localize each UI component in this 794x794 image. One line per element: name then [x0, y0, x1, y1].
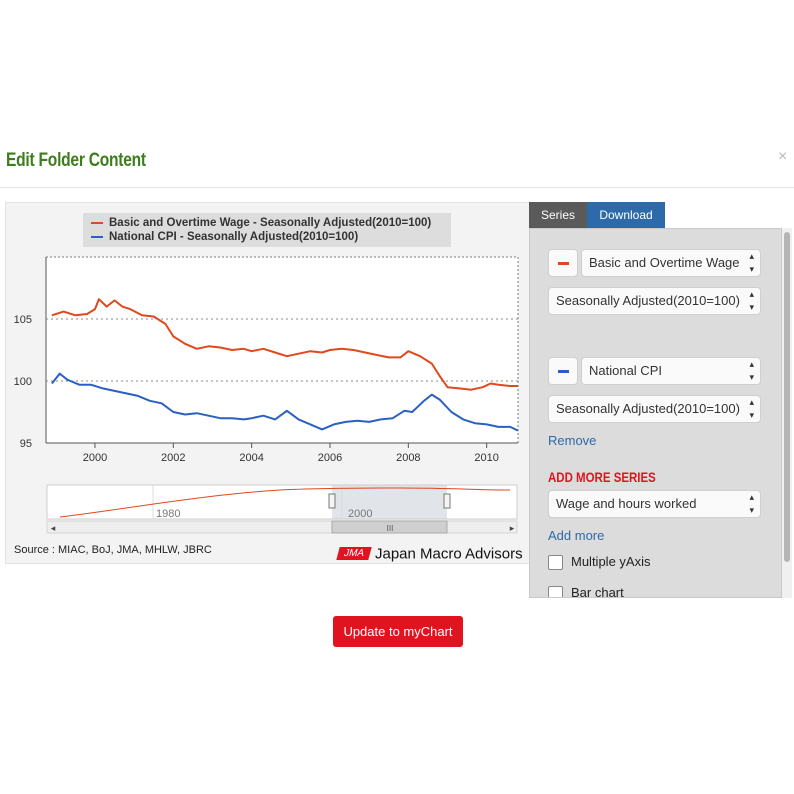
updown-icon: ▴ ▾: [749, 397, 754, 420]
x-tick-label: 2000: [83, 452, 107, 464]
series-color-picker-cpi[interactable]: [548, 357, 578, 385]
bar-chart-label: Bar chart: [571, 585, 624, 598]
scroll-grip-icon: III: [387, 524, 394, 533]
multiple-yaxis-checkbox[interactable]: Multiple yAxis: [548, 554, 651, 571]
updown-icon: ▴ ▾: [749, 492, 754, 515]
tab-download[interactable]: Download: [587, 202, 665, 228]
updown-icon: ▴ ▾: [749, 359, 754, 382]
adjustment-select-cpi[interactable]: Seasonally Adjusted(2010=100) ▴ ▾: [548, 395, 761, 423]
y-tick-label: 95: [20, 438, 32, 450]
navigator-label: 1980: [156, 508, 180, 520]
scrollbar-thumb[interactable]: [784, 232, 790, 562]
x-tick-label: 2010: [474, 452, 498, 464]
remove-link[interactable]: Remove: [548, 433, 596, 448]
checkbox-box[interactable]: [548, 555, 563, 571]
adjustment-select-wage-value: Seasonally Adjusted(2010=100): [556, 293, 740, 308]
add-series-select-value: Wage and hours worked: [556, 496, 697, 511]
panel-body: Basic and Overtime Wage ▴ ▾ Seasonally Ad…: [529, 228, 782, 598]
y-tick-label: 100: [14, 376, 32, 388]
navigator-handle-right[interactable]: [443, 493, 451, 509]
update-to-mychart-button[interactable]: Update to myChart: [333, 616, 463, 647]
series-select-cpi[interactable]: National CPI ▴ ▾: [581, 357, 761, 385]
series-color-picker-wage[interactable]: [548, 249, 578, 277]
y-tick-label: 105: [14, 314, 32, 326]
scroll-right-arrow-icon[interactable]: ▸: [510, 524, 515, 534]
x-tick-label: 2008: [396, 452, 420, 464]
add-series-select[interactable]: Wage and hours worked ▴ ▾: [548, 490, 761, 518]
series-select-wage-value: Basic and Overtime Wage: [589, 255, 740, 270]
add-more-series-title: ADD MORE SERIES: [548, 469, 656, 485]
checkbox-box[interactable]: [548, 586, 563, 597]
brand-name: Japan Macro Advisors: [375, 545, 523, 563]
source-note: Source : MIAC, BoJ, JMA, MHLW, JBRC: [14, 544, 212, 556]
updown-icon: ▴ ▾: [749, 289, 754, 312]
brand-logo: JMA Japan Macro Advisors: [336, 545, 523, 563]
navigator-label: 2000: [348, 508, 372, 520]
brand-badge: JMA: [336, 547, 372, 561]
add-more-link[interactable]: Add more: [548, 528, 604, 543]
series-panel: Series Download Basic and Overtime Wage …: [529, 202, 792, 598]
series-select-wage[interactable]: Basic and Overtime Wage ▴ ▾: [581, 249, 761, 277]
x-tick-label: 2004: [239, 452, 263, 464]
dash-icon: [558, 262, 569, 265]
tab-series[interactable]: Series: [529, 202, 587, 228]
adjustment-select-wage[interactable]: Seasonally Adjusted(2010=100) ▴ ▾: [548, 287, 761, 315]
adjustment-select-cpi-value: Seasonally Adjusted(2010=100): [556, 401, 740, 416]
x-tick-label: 2002: [161, 452, 185, 464]
dash-icon: [558, 370, 569, 373]
updown-icon: ▴ ▾: [749, 251, 754, 274]
multiple-yaxis-label: Multiple yAxis: [571, 554, 651, 569]
navigator-handle-left[interactable]: [328, 493, 336, 509]
series-select-cpi-value: National CPI: [589, 363, 662, 378]
x-tick-label: 2006: [318, 452, 342, 464]
panel-scrollbar[interactable]: [782, 228, 792, 598]
bar-chart-checkbox[interactable]: Bar chart: [548, 585, 624, 598]
scroll-left-arrow-icon[interactable]: ◂: [51, 524, 56, 534]
